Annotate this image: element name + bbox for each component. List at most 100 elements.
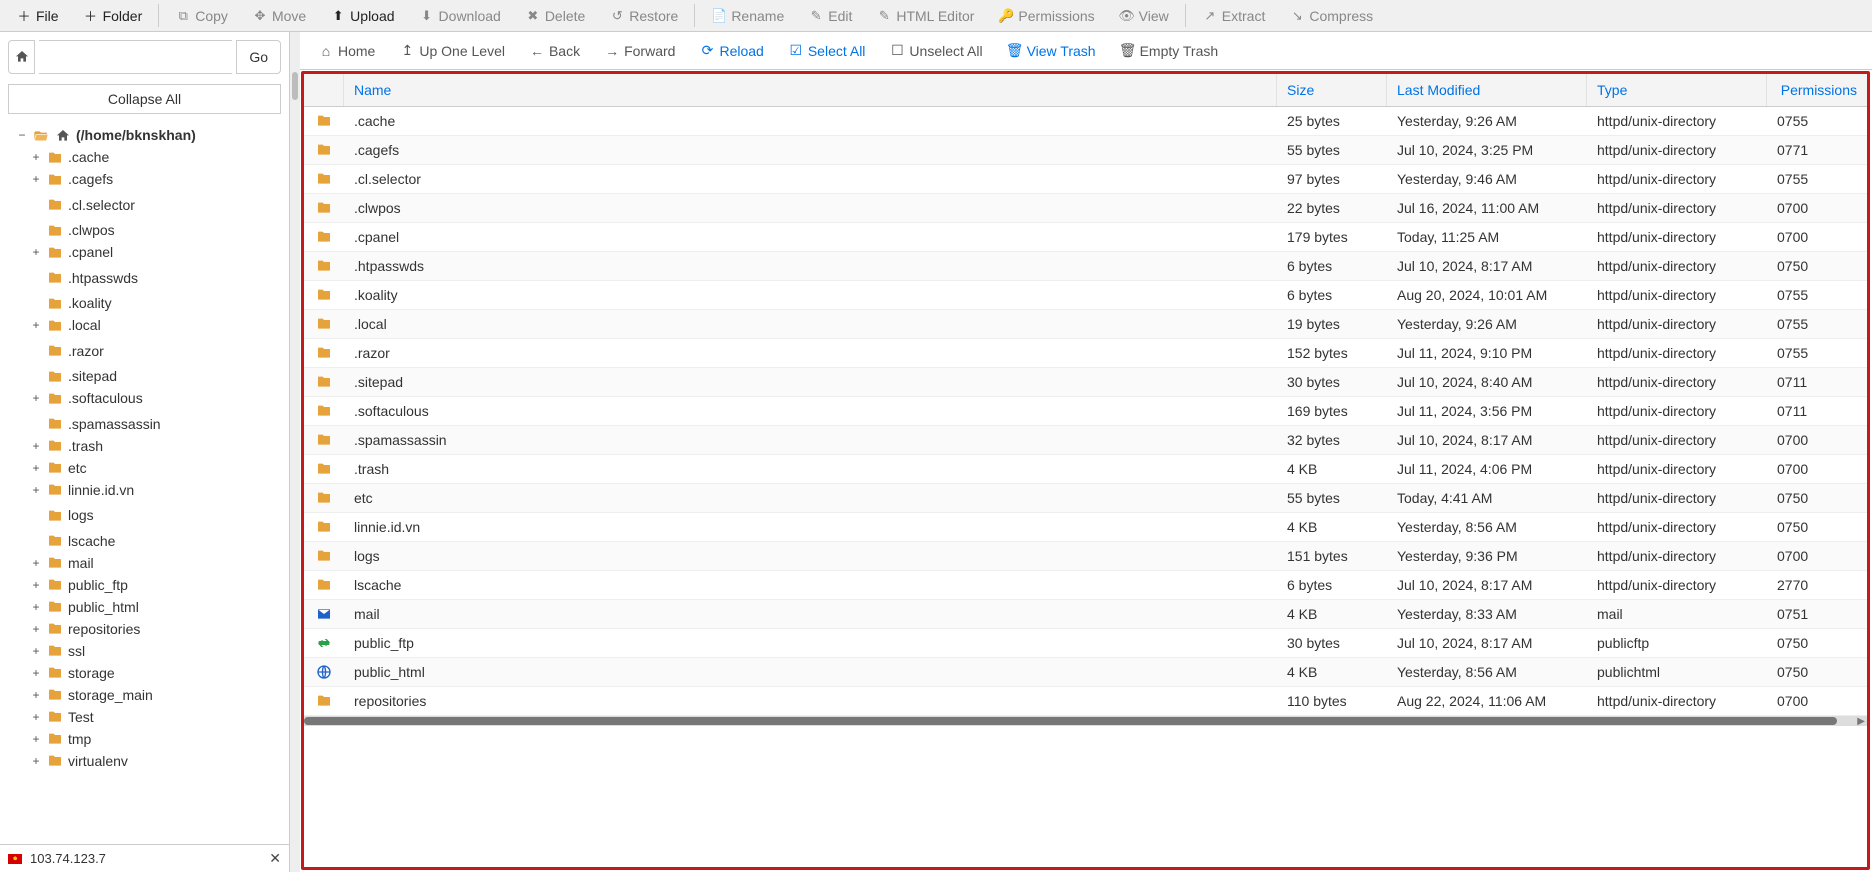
select-all-button[interactable]: ☑Select All: [776, 32, 878, 69]
expand-icon[interactable]: +: [30, 436, 42, 457]
table-row[interactable]: .htpasswds6 bytesJul 10, 2024, 8:17 AMht…: [304, 252, 1867, 281]
expand-icon[interactable]: +: [30, 751, 42, 772]
html-editor-button[interactable]: ✎HTML Editor: [864, 0, 986, 31]
table-row[interactable]: linnie.id.vn4 KBYesterday, 8:56 AMhttpd/…: [304, 513, 1867, 542]
file-grid[interactable]: Name Size Last Modified Type Permissions…: [301, 71, 1870, 870]
tree-item[interactable]: .sitepad: [28, 366, 119, 387]
expand-icon[interactable]: +: [30, 597, 42, 618]
go-button[interactable]: Go: [236, 40, 281, 74]
table-row[interactable]: .cpanel179 bytesToday, 11:25 AMhttpd/uni…: [304, 223, 1867, 252]
delete-button[interactable]: ✖Delete: [513, 0, 597, 31]
expand-icon[interactable]: +: [30, 147, 42, 168]
collapse-all-button[interactable]: Collapse All: [8, 84, 281, 114]
horizontal-scrollbar[interactable]: ▶: [304, 716, 1867, 726]
forward-button[interactable]: →Forward: [592, 32, 687, 69]
tree-item[interactable]: +.softaculous: [28, 388, 145, 409]
reload-button[interactable]: ⟳Reload: [687, 32, 775, 69]
back-button[interactable]: ←Back: [517, 32, 592, 69]
header-permissions[interactable]: Permissions: [1767, 74, 1867, 106]
tree-item[interactable]: logs: [28, 505, 96, 526]
folder-tree[interactable]: − (/home/bknskhan) +.cache+.cagefs .cl.se…: [0, 124, 289, 844]
table-row[interactable]: lscache6 bytesJul 10, 2024, 8:17 AMhttpd…: [304, 571, 1867, 600]
tree-item[interactable]: +virtualenv: [28, 751, 130, 772]
tree-item[interactable]: +.cache: [28, 147, 111, 168]
upload-button[interactable]: ⬆Upload: [318, 0, 406, 31]
table-row[interactable]: .softaculous169 bytesJul 11, 2024, 3:56 …: [304, 397, 1867, 426]
rename-button[interactable]: 📄Rename: [699, 0, 796, 31]
compress-button[interactable]: ↘Compress: [1277, 0, 1385, 31]
download-button[interactable]: ⬇Download: [407, 0, 513, 31]
table-row[interactable]: .trash4 KBJul 11, 2024, 4:06 PMhttpd/uni…: [304, 455, 1867, 484]
expand-icon[interactable]: +: [30, 707, 42, 728]
unselect-all-button[interactable]: ☐Unselect All: [877, 32, 994, 69]
table-row[interactable]: logs151 bytesYesterday, 9:36 PMhttpd/uni…: [304, 542, 1867, 571]
folder-button[interactable]: ＋Folder: [71, 0, 155, 31]
permissions-button[interactable]: 🔑Permissions: [986, 0, 1106, 31]
tree-item[interactable]: .htpasswds: [28, 268, 140, 289]
table-row[interactable]: etc55 bytesToday, 4:41 AMhttpd/unix-dire…: [304, 484, 1867, 513]
splitter[interactable]: [290, 32, 300, 872]
tree-item[interactable]: +ssl: [28, 641, 87, 662]
view-trash-button[interactable]: 🗑View Trash: [995, 32, 1108, 69]
table-row[interactable]: .cagefs55 bytesJul 10, 2024, 3:25 PMhttp…: [304, 136, 1867, 165]
view-button[interactable]: 👁View: [1107, 0, 1181, 31]
table-row[interactable]: .razor152 bytesJul 11, 2024, 9:10 PMhttp…: [304, 339, 1867, 368]
tree-item[interactable]: .koality: [28, 293, 114, 314]
table-row[interactable]: .local19 bytesYesterday, 9:26 AMhttpd/un…: [304, 310, 1867, 339]
expand-icon[interactable]: +: [30, 388, 42, 409]
tree-item[interactable]: +public_ftp: [28, 575, 130, 596]
expand-icon[interactable]: +: [30, 619, 42, 640]
tree-item[interactable]: +.local: [28, 315, 103, 336]
home-button[interactable]: [8, 40, 35, 74]
header-modified[interactable]: Last Modified: [1387, 74, 1587, 106]
collapse-icon[interactable]: −: [16, 125, 28, 146]
nav-home-button[interactable]: ⌂Home: [306, 32, 387, 69]
tree-item[interactable]: .spamassassin: [28, 414, 163, 435]
file-button[interactable]: ＋File: [4, 0, 71, 31]
edit-button[interactable]: ✎Edit: [796, 0, 864, 31]
status-close-button[interactable]: ✕: [269, 850, 281, 867]
tree-item[interactable]: .cl.selector: [28, 195, 137, 216]
path-input[interactable]: [39, 40, 232, 74]
table-row[interactable]: .koality6 bytesAug 20, 2024, 10:01 AMhtt…: [304, 281, 1867, 310]
table-row[interactable]: .cl.selector97 bytesYesterday, 9:46 AMht…: [304, 165, 1867, 194]
tree-item[interactable]: +repositories: [28, 619, 142, 640]
move-button[interactable]: ✥Move: [240, 0, 318, 31]
table-row[interactable]: .clwpos22 bytesJul 16, 2024, 11:00 AMhtt…: [304, 194, 1867, 223]
empty-trash-button[interactable]: 🗑Empty Trash: [1108, 32, 1231, 69]
table-row[interactable]: public_html4 KBYesterday, 8:56 AMpublich…: [304, 658, 1867, 687]
tree-item[interactable]: +.cpanel: [28, 242, 115, 263]
copy-button[interactable]: ⧉Copy: [163, 0, 240, 31]
expand-icon[interactable]: +: [30, 685, 42, 706]
table-row[interactable]: public_ftp30 bytesJul 10, 2024, 8:17 AMp…: [304, 629, 1867, 658]
tree-item[interactable]: +Test: [28, 707, 96, 728]
header-type[interactable]: Type: [1587, 74, 1767, 106]
tree-item[interactable]: +tmp: [28, 729, 93, 750]
tree-item[interactable]: +mail: [28, 553, 96, 574]
expand-icon[interactable]: +: [30, 315, 42, 336]
tree-item[interactable]: +etc: [28, 458, 89, 479]
restore-button[interactable]: ↺Restore: [597, 0, 690, 31]
tree-item[interactable]: +linnie.id.vn: [28, 480, 136, 501]
expand-icon[interactable]: +: [30, 729, 42, 750]
header-icon[interactable]: [304, 74, 344, 106]
up-one-level-button[interactable]: ↥Up One Level: [387, 32, 517, 69]
table-row[interactable]: mail4 KBYesterday, 8:33 AMmail0751: [304, 600, 1867, 629]
table-row[interactable]: .spamassassin32 bytesJul 10, 2024, 8:17 …: [304, 426, 1867, 455]
tree-root[interactable]: − (/home/bknskhan): [14, 125, 198, 146]
header-name[interactable]: Name: [344, 74, 1277, 106]
expand-icon[interactable]: +: [30, 480, 42, 501]
expand-icon[interactable]: +: [30, 169, 42, 190]
table-row[interactable]: .cache25 bytesYesterday, 9:26 AMhttpd/un…: [304, 107, 1867, 136]
tree-item[interactable]: +storage_main: [28, 685, 155, 706]
tree-item[interactable]: lscache: [28, 531, 117, 552]
expand-icon[interactable]: +: [30, 242, 42, 263]
tree-item[interactable]: .clwpos: [28, 220, 117, 241]
expand-icon[interactable]: +: [30, 553, 42, 574]
extract-button[interactable]: ↗Extract: [1190, 0, 1278, 31]
header-size[interactable]: Size: [1277, 74, 1387, 106]
tree-item[interactable]: +public_html: [28, 597, 141, 618]
table-row[interactable]: repositories110 bytesAug 22, 2024, 11:06…: [304, 687, 1867, 716]
expand-icon[interactable]: +: [30, 641, 42, 662]
tree-item[interactable]: +.cagefs: [28, 169, 115, 190]
